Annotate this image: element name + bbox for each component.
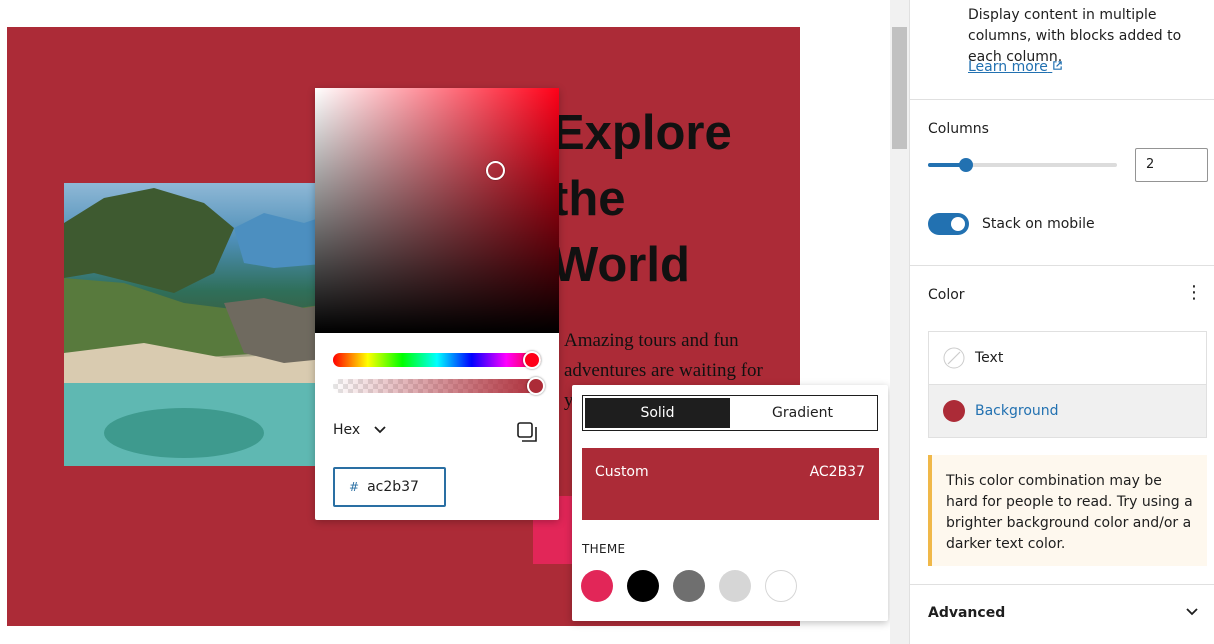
background-color-label: Background — [975, 403, 1059, 419]
background-color-item[interactable]: Background — [929, 385, 1206, 437]
tab-gradient[interactable]: Gradient — [730, 398, 875, 428]
swatch-gray[interactable] — [673, 570, 705, 602]
alpha-handle[interactable] — [527, 377, 545, 395]
scrollbar-thumb[interactable] — [892, 27, 907, 149]
color-dropdown-panel: Solid Gradient Custom AC2B37 THEME — [572, 385, 888, 621]
chevron-down-icon — [374, 426, 386, 434]
theme-swatches — [581, 570, 797, 602]
swatch-pink[interactable] — [581, 570, 613, 602]
copy-icon[interactable] — [515, 420, 539, 444]
heading-line: Explore — [552, 106, 732, 160]
color-section-title: Color — [928, 287, 965, 303]
saturation-handle[interactable] — [486, 161, 505, 180]
color-format-select[interactable]: Hex — [333, 422, 386, 438]
stack-on-mobile-label: Stack on mobile — [982, 216, 1095, 232]
background-swatch-icon — [943, 400, 965, 422]
contrast-warning-notice: This color combination may be hard for p… — [928, 455, 1207, 566]
heading-line: the — [552, 172, 626, 226]
divider — [910, 265, 1214, 266]
saturation-value-area[interactable] — [315, 88, 559, 333]
custom-value: AC2B37 — [809, 464, 865, 480]
more-options-icon[interactable]: ⋮ — [1185, 283, 1203, 303]
divider — [910, 584, 1214, 585]
learn-more-label: Learn more — [968, 59, 1048, 75]
alpha-slider[interactable] — [333, 379, 541, 393]
custom-color-button[interactable]: Custom AC2B37 — [582, 448, 879, 520]
advanced-panel-toggle[interactable]: Advanced — [928, 605, 1005, 621]
chevron-down-icon[interactable] — [1185, 604, 1199, 618]
color-format-label: Hex — [333, 422, 361, 438]
cover-heading[interactable]: Explore the World — [552, 100, 782, 298]
divider — [910, 99, 1214, 100]
solid-gradient-toggle: Solid Gradient — [582, 395, 878, 431]
hex-prefix: # — [349, 480, 360, 494]
theme-heading: THEME — [582, 542, 626, 556]
color-picker-popover: Hex # ac2b37 — [315, 88, 559, 520]
empty-swatch-icon — [943, 347, 965, 369]
island-photo[interactable] — [64, 183, 334, 466]
hue-slider[interactable] — [333, 353, 541, 367]
text-color-label: Text — [975, 350, 1004, 366]
text-color-item[interactable]: Text — [929, 332, 1206, 384]
swatch-light-gray[interactable] — [719, 570, 751, 602]
swatch-black[interactable] — [627, 570, 659, 602]
hex-value: ac2b37 — [367, 479, 419, 495]
hex-input[interactable]: # ac2b37 — [333, 467, 446, 507]
columns-label: Columns — [928, 121, 989, 137]
tab-solid[interactable]: Solid — [585, 398, 730, 428]
swatch-white[interactable] — [765, 570, 797, 602]
columns-number-input[interactable]: 2 — [1135, 148, 1208, 182]
columns-slider-thumb[interactable] — [959, 158, 973, 172]
color-settings-list: Text Background — [928, 331, 1207, 438]
hue-handle[interactable] — [523, 351, 541, 369]
external-link-icon — [1053, 61, 1063, 70]
toggle-knob — [951, 217, 965, 231]
custom-label: Custom — [595, 464, 649, 480]
heading-line: World — [552, 238, 690, 292]
learn-more-link[interactable]: Learn more — [968, 59, 1063, 75]
